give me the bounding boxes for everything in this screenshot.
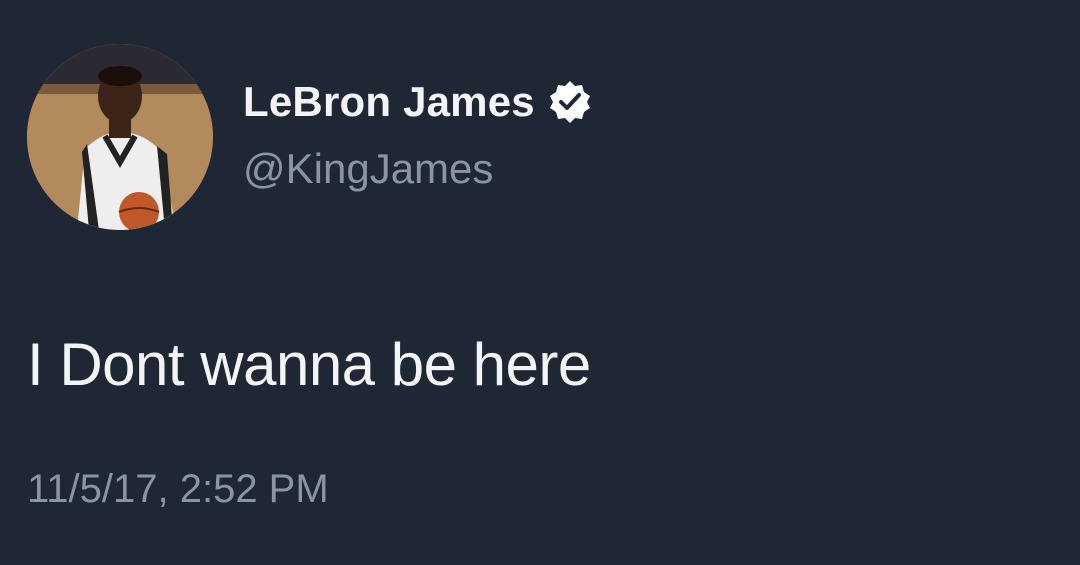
avatar[interactable] [27, 44, 213, 230]
handle[interactable]: @KingJames [243, 145, 493, 193]
profile-photo [27, 44, 213, 230]
tweet-text: I Dont wanna be here [27, 331, 591, 398]
timestamp[interactable]: 11/5/17, 2:52 PM [27, 467, 329, 512]
tweet-card: LeBron James @KingJames I Dont wanna be … [0, 0, 1080, 565]
name-row: LeBron James [243, 76, 593, 128]
display-name[interactable]: LeBron James [243, 78, 535, 126]
verified-badge-icon [547, 79, 593, 125]
